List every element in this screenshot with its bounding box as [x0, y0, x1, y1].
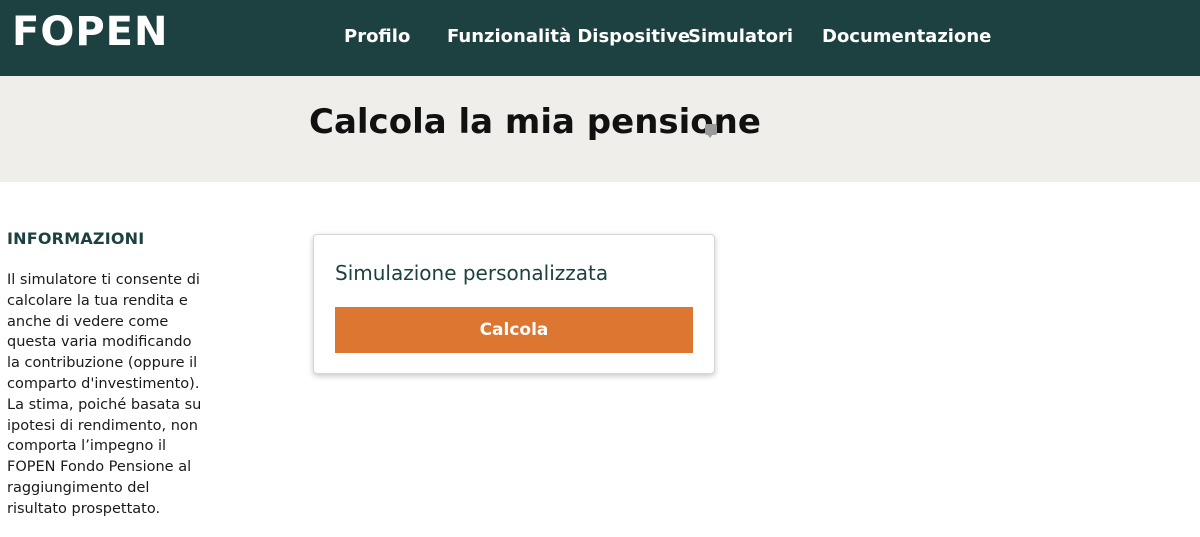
info-heading: INFORMAZIONI: [7, 229, 145, 248]
card-title: Simulazione personalizzata: [335, 261, 609, 285]
page-title: Calcola la mia pensione: [309, 102, 761, 142]
nav-item-documentazione[interactable]: Documentazione: [822, 26, 991, 47]
fopen-logo[interactable]: FOPEN: [12, 6, 168, 58]
top-navigation-bar: FOPEN Profilo Funzionalità Dispositive S…: [0, 0, 1200, 76]
nav-item-funzionalita-dispositive[interactable]: Funzionalità Dispositive: [447, 26, 690, 47]
nav-item-simulatori[interactable]: Simulatori: [688, 26, 793, 47]
calcola-button[interactable]: Calcola: [335, 307, 693, 353]
comment-icon[interactable]: [705, 124, 717, 138]
info-description: Il simulatore ti consente di calcolare l…: [7, 272, 202, 517]
simulation-card: Simulazione personalizzata Calcola: [313, 234, 715, 374]
nav-item-profilo[interactable]: Profilo: [344, 26, 410, 47]
